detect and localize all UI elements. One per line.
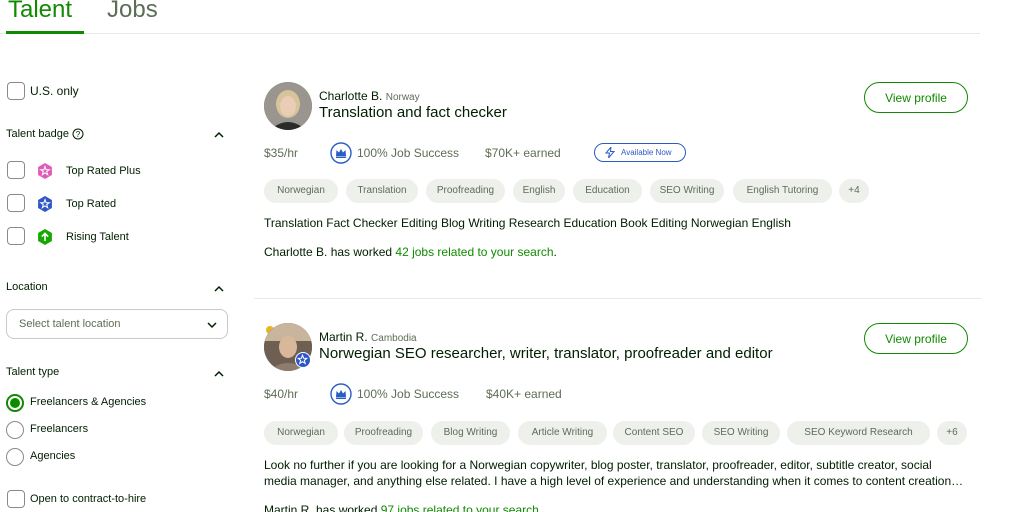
freelancer-country: Cambodia <box>371 333 417 344</box>
available-now-badge: Available Now <box>594 143 686 162</box>
skill-chip[interactable]: SEO Writing <box>702 421 780 445</box>
hourly-rate: $35/hr <box>264 146 299 160</box>
freelancers-label: Freelancers <box>30 423 89 435</box>
job-success: 100% Job Success <box>357 146 460 160</box>
view-profile-button[interactable]: View profile <box>864 82 968 113</box>
tab-bar: Talent Jobs <box>0 0 980 34</box>
skill-chip[interactable]: Norwegian <box>264 179 338 203</box>
talent-card[interactable]: Martin R. Cambodia Norwegian SEO researc… <box>254 310 981 512</box>
freelancer-description: Translation Fact Checker Editing Blog Wr… <box>264 216 791 230</box>
us-only-label: U.S. only <box>30 84 79 98</box>
top-rated-checkbox[interactable] <box>7 194 25 212</box>
location-select-placeholder: Select talent location <box>19 318 121 330</box>
hourly-rate: $40/hr <box>264 387 299 401</box>
us-only-checkbox[interactable] <box>7 82 25 100</box>
freelancer-name[interactable]: Martin R. Cambodia <box>319 330 417 344</box>
help-icon[interactable]: ? <box>72 128 84 140</box>
more-skills-chip[interactable]: +4 <box>839 179 869 203</box>
freelancers-agencies-label: Freelancers & Agencies <box>30 396 147 408</box>
skill-chip[interactable]: Education <box>573 179 642 203</box>
radio-agencies[interactable] <box>6 448 24 466</box>
more-skills-chip[interactable]: +6 <box>937 421 967 445</box>
related-jobs-link[interactable]: 42 jobs related to your search <box>395 245 553 259</box>
top-rated-label: Top Rated <box>66 198 117 210</box>
avatar[interactable] <box>264 82 312 130</box>
job-success: 100% Job Success <box>357 387 460 401</box>
lightning-icon <box>605 147 615 158</box>
chevron-up-icon[interactable] <box>212 282 226 296</box>
location-title: Location <box>6 281 48 293</box>
freelancer-name[interactable]: Charlotte B. Norway <box>319 89 420 103</box>
agencies-label: Agencies <box>30 450 76 462</box>
freelancer-country: Norway <box>385 92 420 103</box>
rising-talent-checkbox[interactable] <box>7 227 25 245</box>
star-pink-icon <box>38 163 52 179</box>
skill-chip[interactable]: Translation <box>346 179 418 203</box>
chevron-up-icon[interactable] <box>212 367 226 381</box>
skill-chip[interactable]: English <box>513 179 565 203</box>
chevron-up-icon[interactable] <box>212 128 226 142</box>
contract-to-hire-checkbox[interactable] <box>7 490 25 508</box>
skill-chip[interactable]: Content SEO <box>613 421 695 445</box>
skill-chip[interactable]: SEO Writing <box>650 179 724 203</box>
skill-chip[interactable]: Proofreading <box>344 421 423 445</box>
tab-jobs[interactable]: Jobs <box>107 0 158 24</box>
contract-to-hire-label: Open to contract-to-hire <box>30 493 147 505</box>
talent-card[interactable]: Charlotte B. Norway Translation and fact… <box>254 70 981 299</box>
related-jobs-link[interactable]: 97 jobs related to your search <box>381 503 539 512</box>
skill-chip[interactable]: SEO Keyword Research <box>787 421 930 445</box>
radio-freelancers[interactable] <box>6 421 24 439</box>
jobs-worked-text: Charlotte B. has worked 42 jobs related … <box>264 245 557 259</box>
avatar-photo <box>264 82 312 130</box>
chevron-down-icon <box>207 322 217 329</box>
svg-text:?: ? <box>76 130 81 139</box>
skill-chip[interactable]: Norwegian <box>264 421 338 445</box>
star-blue-icon <box>38 196 52 212</box>
tab-talent[interactable]: Talent <box>8 0 72 24</box>
job-success-icon <box>330 383 352 405</box>
skill-chip[interactable]: Proofreading <box>426 179 505 203</box>
top-rated-plus-label: Top Rated Plus <box>66 165 141 177</box>
top-rated-plus-checkbox[interactable] <box>7 161 25 179</box>
top-rated-badge-icon <box>295 352 311 368</box>
skill-chip[interactable]: Article Writing <box>518 421 607 445</box>
jobs-worked-text: Martin R. has worked 97 jobs related to … <box>264 503 542 512</box>
total-earned: $40K+ earned <box>486 387 562 401</box>
radio-freelancers-agencies[interactable] <box>6 394 24 412</box>
talent-type-title: Talent type <box>6 366 60 378</box>
talent-badge-title: Talent badge <box>6 128 69 140</box>
freelancer-description: Look no further if you are looking for a… <box>264 458 964 488</box>
rising-talent-label: Rising Talent <box>66 231 129 243</box>
view-profile-button[interactable]: View profile <box>864 323 968 354</box>
arrow-up-green-icon <box>38 229 52 245</box>
filter-sidebar: U.S. only Talent badge ? Top Rated Plus … <box>0 34 240 512</box>
skill-chip[interactable]: Blog Writing <box>431 421 510 445</box>
skill-chip[interactable]: English Tutoring <box>733 179 832 203</box>
location-select[interactable]: Select talent location <box>6 309 228 339</box>
freelancer-title[interactable]: Norwegian SEO researcher, writer, transl… <box>319 345 773 362</box>
freelancer-title[interactable]: Translation and fact checker <box>319 104 507 121</box>
total-earned: $70K+ earned <box>485 146 561 160</box>
job-success-icon <box>330 142 352 164</box>
